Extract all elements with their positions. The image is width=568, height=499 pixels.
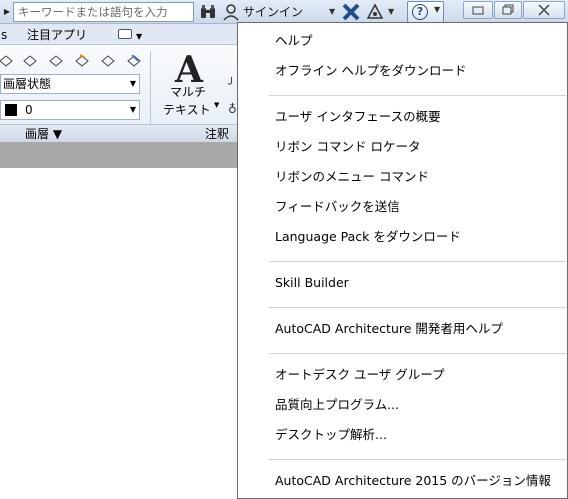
multitext-label-line2: テキスト	[163, 103, 211, 117]
menu-item-ribbon-menu-commands[interactable]: リボンのメニュー コマンド	[238, 164, 567, 190]
menu-item-send-feedback[interactable]: フィードバックを送信	[238, 194, 567, 220]
minimize-button[interactable]	[463, 1, 493, 19]
tab-partial[interactable]: s	[1, 27, 7, 43]
menu-item-help[interactable]: ヘルプ	[238, 28, 567, 54]
layer-state-value: 画層状態	[3, 77, 52, 91]
a360-triangle-icon[interactable]	[366, 3, 384, 21]
menu-item-skill-builder[interactable]: Skill Builder	[238, 270, 567, 296]
menu-item-about[interactable]: AutoCAD Architecture 2015 のバージョン情報	[238, 468, 567, 494]
menu-item-desktop-analytics[interactable]: デスクトップ解析...	[238, 422, 567, 448]
layer-value: 0	[25, 103, 33, 117]
search-input[interactable]: キーワードまたは語句を入力	[13, 2, 194, 22]
help-dropdown-icon: ▼	[434, 5, 441, 14]
restore-button[interactable]	[494, 1, 522, 19]
menu-item-download-offline-help[interactable]: オフライン ヘルプをダウンロード	[238, 58, 567, 84]
menu-item-customer-involvement[interactable]: 品質向上プログラム...	[238, 392, 567, 418]
help-dropdown-menu: ヘルプ オフライン ヘルプをダウンロード ユーザ インタフェースの概要 リボン …	[237, 22, 568, 499]
layer-color-swatch	[5, 104, 17, 116]
tab-featured-apps[interactable]: 注目アプリ	[27, 27, 87, 43]
group-layers-label[interactable]: 画層 ▼	[25, 126, 62, 142]
menu-separator	[269, 261, 566, 262]
chevron-down-icon: ▼	[129, 105, 136, 114]
ribbon-minimize-toggle-icon[interactable]	[118, 29, 132, 39]
minimize-icon	[472, 6, 484, 15]
restore-icon	[502, 4, 514, 15]
multitext-label-line1: マルチ	[170, 85, 207, 99]
layer-tools-icon-strip[interactable]	[0, 51, 150, 69]
menu-separator	[269, 307, 566, 308]
ribbon-toggle-dropdown-icon[interactable]: ▼	[136, 29, 142, 45]
menu-item-user-group[interactable]: オートデスク ユーザ グループ	[238, 362, 567, 388]
layer-tool-icons	[0, 49, 150, 69]
menu-separator	[269, 353, 566, 354]
a360-dropdown-icon[interactable]: ▼	[388, 4, 394, 20]
menu-separator	[269, 459, 566, 460]
menu-item-download-language-pack[interactable]: Language Pack をダウンロード	[238, 224, 567, 250]
sign-in-dropdown-icon[interactable]: ▼	[329, 4, 335, 20]
menu-item-ui-overview[interactable]: ユーザ インタフェースの概要	[238, 104, 567, 130]
close-icon	[538, 4, 550, 16]
layer-state-select[interactable]: 画層状態 ▼	[0, 74, 140, 94]
chevron-down-icon: ▼	[129, 79, 136, 88]
multitext-dropdown-icon: ▼	[214, 101, 220, 109]
sign-in-link[interactable]: サインイン	[243, 4, 303, 20]
menu-item-ribbon-command-locator[interactable]: リボン コマンド ロケータ	[238, 134, 567, 160]
autocad-window: ▶ キーワードまたは語句を入力 サインイン ▼ ▼ ? ▼ s 注目アプリ ▼ …	[0, 0, 568, 499]
info-center-bar: ▶ キーワードまたは語句を入力 サインイン ▼ ▼ ? ▼	[0, 0, 568, 24]
menu-separator	[269, 95, 566, 96]
x-exchange-icon[interactable]	[342, 3, 360, 21]
close-button[interactable]	[523, 1, 565, 19]
menu-item-developer-help[interactable]: AutoCAD Architecture 開発者用ヘルプ	[238, 316, 567, 342]
search-expand-arrow-icon[interactable]: ▶	[2, 4, 12, 20]
user-icon[interactable]	[223, 3, 239, 21]
group-annotation-label[interactable]: 注釈	[205, 126, 229, 142]
layer-select[interactable]: 0 ▼	[0, 100, 140, 120]
binoculars-icon[interactable]	[199, 4, 217, 20]
help-button[interactable]: ? ▼	[407, 1, 444, 23]
group-separator	[150, 51, 151, 124]
help-circle-icon: ?	[412, 4, 428, 20]
